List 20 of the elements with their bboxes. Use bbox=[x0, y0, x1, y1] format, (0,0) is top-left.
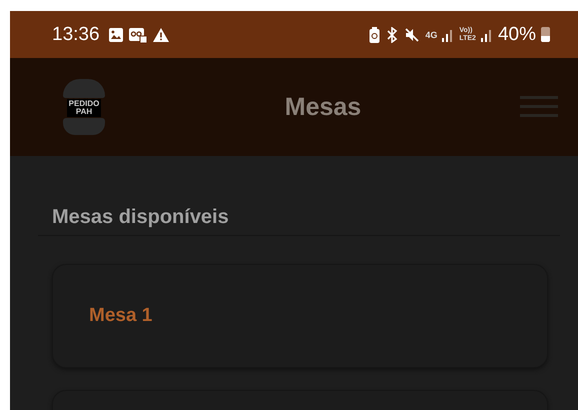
table-name: Mesa 1 bbox=[89, 305, 152, 327]
battery-icon bbox=[541, 27, 550, 42]
image-icon bbox=[108, 26, 124, 42]
battery-saver-icon bbox=[369, 26, 380, 42]
table-card[interactable]: Mesa 1 bbox=[52, 264, 548, 368]
voicemail-icon bbox=[128, 26, 147, 42]
battery-percent: 40% bbox=[498, 24, 536, 46]
bluetooth-icon bbox=[385, 26, 400, 42]
logo-text: PEDIDO PAH bbox=[66, 99, 102, 118]
menu-icon[interactable] bbox=[520, 95, 558, 119]
signal-icon bbox=[480, 28, 493, 42]
warning-icon bbox=[152, 26, 170, 42]
bun-icon bbox=[63, 118, 105, 135]
signal-icon bbox=[442, 28, 454, 42]
section-title: Mesas disponíveis bbox=[51, 206, 230, 229]
mute-icon bbox=[404, 26, 420, 42]
page-title: Mesas bbox=[284, 92, 362, 122]
status-time: 13:36 bbox=[52, 24, 100, 46]
network-type: 4G bbox=[425, 30, 438, 40]
bun-icon bbox=[63, 79, 105, 98]
